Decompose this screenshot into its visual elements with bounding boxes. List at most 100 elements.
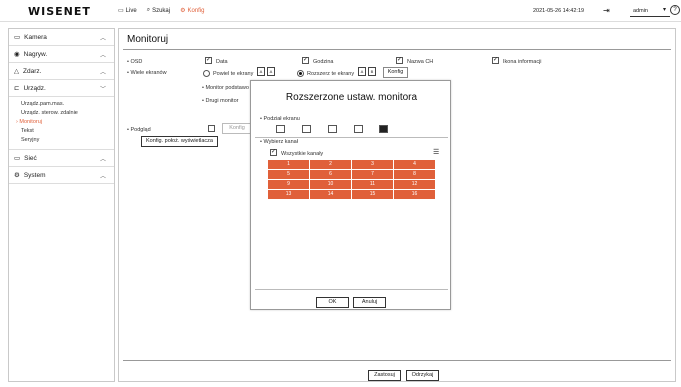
all-channels-checkbox[interactable]: ✓ — [270, 149, 277, 156]
sidebar-item-device[interactable]: ⊏ Urządz. ﹀ — [9, 80, 114, 97]
preview-label: • Podgląd — [127, 127, 151, 133]
nav-live-label: Live — [125, 7, 137, 14]
help-icon[interactable]: ? — [670, 5, 680, 15]
channel-cell[interactable]: 2 — [310, 160, 351, 169]
sidebar: ▭ Kamera ︿ ◉ Nagryw. ︿ △ Zdarz. ︿ ⊏ Urzą… — [8, 28, 115, 382]
layout-4-icon[interactable] — [328, 125, 337, 133]
monitor-a2-icon: A — [267, 67, 275, 76]
submenu-serial[interactable]: Seryjny — [21, 136, 114, 145]
gear-icon: ⚙ — [180, 8, 186, 14]
submenu-monitor[interactable]: › Monitoruj — [16, 118, 114, 127]
nav-config-label: Konfig — [187, 7, 205, 14]
nav-search[interactable]: ⌕ Szukaj — [147, 7, 170, 14]
channel-cell[interactable]: 5 — [268, 170, 309, 179]
channel-cell[interactable]: 4 — [394, 160, 435, 169]
page-title: Monitoruj — [127, 34, 169, 45]
top-nav: ▭ Live ⌕ Szukaj ⚙ Konfig — [118, 7, 204, 14]
user-name: admin — [633, 8, 648, 14]
nav-search-label: Szukaj — [152, 7, 171, 14]
dialog-bottom-divider — [255, 289, 448, 290]
bell-icon: △ — [14, 68, 19, 75]
chevron-up-icon: ︿ — [99, 157, 106, 163]
channel-cell[interactable]: 1 — [268, 160, 309, 169]
monitor-a-icon: A — [358, 67, 366, 76]
osd-infoicon-label: Ikona informacji — [503, 59, 542, 65]
osd-time-label: Godzina — [313, 59, 334, 65]
layout-16-icon[interactable] — [379, 125, 388, 133]
channel-cell[interactable]: 13 — [268, 190, 309, 199]
osd-chname-checkbox[interactable]: ✓ — [396, 57, 403, 64]
osd-infoicon-checkbox[interactable]: ✓ — [492, 57, 499, 64]
search-icon: ⌕ — [146, 7, 151, 13]
network-icon: ▭ — [14, 155, 21, 162]
channel-cell[interactable]: 15 — [352, 190, 393, 199]
duplicate-radio[interactable] — [203, 70, 210, 77]
gear-icon: ⚙ — [14, 172, 20, 179]
channel-cell[interactable]: 3 — [352, 160, 393, 169]
extend-radio-label: Rozszerz te ekrany — [307, 71, 355, 77]
channel-cell[interactable]: 7 — [352, 170, 393, 179]
channel-cell[interactable]: 10 — [310, 180, 351, 189]
osd-label: • OSD — [127, 59, 143, 65]
extended-monitor-dialog: Rozszerzone ustaw. monitora • Podział ek… — [250, 80, 451, 310]
channel-cell[interactable]: 11 — [352, 180, 393, 189]
datetime: 2021-05-26 14:42:19 — [533, 8, 585, 14]
sidebar-item-label: Nagryw. — [23, 50, 48, 58]
osd-date-checkbox[interactable]: ✓ — [205, 57, 212, 64]
chevron-up-icon: ︿ — [99, 36, 106, 42]
layout-1-icon[interactable] — [276, 125, 285, 133]
chevron-up-icon: ︿ — [99, 53, 106, 59]
channel-cell[interactable]: 6 — [310, 170, 351, 179]
sidebar-item-camera[interactable]: ▭ Kamera ︿ — [9, 29, 114, 46]
nav-live[interactable]: ▭ Live — [118, 7, 137, 15]
preview-checkbox[interactable] — [208, 125, 215, 132]
channel-cell[interactable]: 12 — [394, 180, 435, 189]
cancel-button[interactable]: Odrzykaj — [406, 370, 439, 381]
nav-config[interactable]: ⚙ Konfig — [180, 7, 205, 15]
sidebar-item-event[interactable]: △ Zdarz. ︿ — [9, 63, 114, 80]
select-channel-label: • Wybierz kanał — [260, 139, 298, 145]
layout-9-icon[interactable] — [354, 125, 363, 133]
sidebar-item-label: System — [23, 171, 46, 179]
preview-konfig-button[interactable]: Konfig — [222, 123, 252, 134]
konfig-button[interactable]: Konfig — [383, 67, 408, 78]
split-label: • Podział ekranu — [260, 116, 300, 122]
list-icon[interactable]: ☰ — [433, 148, 439, 156]
title-divider — [123, 49, 671, 50]
osd-chname-label: Nazwa CH — [407, 59, 434, 65]
sidebar-item-record[interactable]: ◉ Nagryw. ︿ — [9, 46, 114, 63]
ok-button[interactable]: OK — [316, 297, 349, 308]
submenu-text[interactable]: Tekst — [21, 127, 114, 136]
sidebar-submenu: Urządz.pam.mas. Urządz. sterow. zdalnie … — [9, 97, 114, 150]
chevron-down-icon: ﹀ — [99, 87, 106, 93]
main-monitor-label: • Monitor podstawo — [202, 85, 249, 91]
monitor-icon: ▭ — [118, 8, 124, 14]
display-position-button[interactable]: Konfig. położ. wyświetlacza — [141, 136, 218, 147]
sign-out-icon[interactable]: ⇥ — [603, 6, 610, 15]
submenu-storage[interactable]: Urządz.pam.mas. — [21, 100, 114, 109]
submenu-remote[interactable]: Urządz. sterow. zdalnie — [21, 109, 114, 118]
chevron-up-icon: ︿ — [99, 70, 106, 76]
dialog-cancel-button[interactable]: Anuluj — [353, 297, 386, 308]
channel-cell[interactable]: 9 — [268, 180, 309, 189]
sidebar-item-system[interactable]: ⚙ System ︿ — [9, 167, 114, 184]
monitor-a-icon: A — [257, 67, 265, 76]
osd-date-label: Data — [216, 59, 228, 65]
osd-time-checkbox[interactable]: ✓ — [302, 57, 309, 64]
sidebar-item-label: Kamera — [24, 33, 47, 41]
channel-cell[interactable]: 14 — [310, 190, 351, 199]
sidebar-item-network[interactable]: ▭ Sieć ︿ — [9, 150, 114, 167]
apply-button[interactable]: Zastosuj — [368, 370, 401, 381]
record-icon: ◉ — [14, 51, 20, 58]
device-icon: ⊏ — [14, 85, 20, 92]
duplicate-radio-label: Powiel te ekrany — [213, 71, 254, 77]
extend-radio[interactable] — [297, 70, 304, 77]
dialog-title: Rozszerzone ustaw. monitora — [285, 92, 418, 103]
channel-cell[interactable]: 8 — [394, 170, 435, 179]
channel-grid: 1 2 3 4 5 6 7 8 9 10 11 12 13 14 15 16 — [268, 160, 435, 199]
dialog-divider — [255, 137, 448, 138]
layout-6-icon[interactable] — [302, 125, 311, 133]
chevron-down-icon: ▾ — [663, 7, 667, 13]
monitor-b-icon: B — [368, 67, 376, 76]
channel-cell[interactable]: 16 — [394, 190, 435, 199]
